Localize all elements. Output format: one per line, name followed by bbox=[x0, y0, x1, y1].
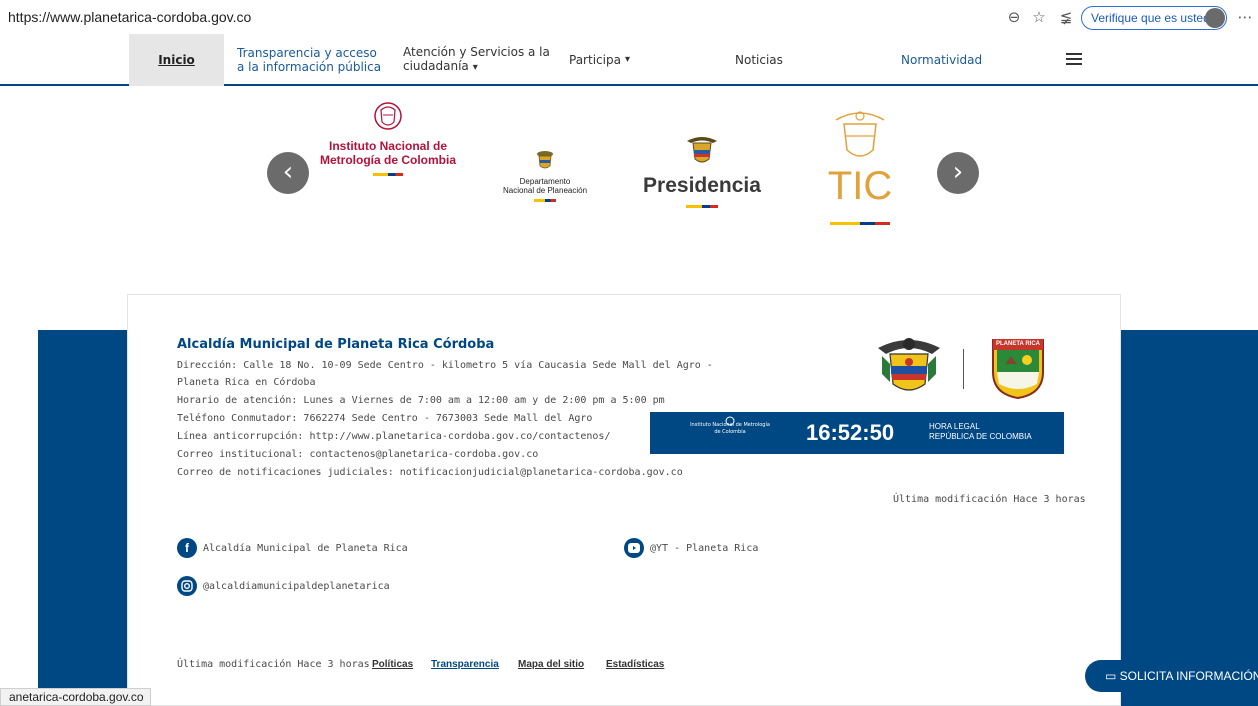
request-info-label: SOLICITA INFORMACIÓN bbox=[1119, 669, 1258, 683]
colombia-flag-stripe bbox=[686, 205, 718, 208]
carousel-next-button[interactable]: › bbox=[937, 152, 979, 194]
nav-participa[interactable]: Participa ▾ bbox=[569, 34, 630, 86]
nav-transparency-line2: a la información pública bbox=[237, 60, 382, 74]
inm-name-line1: Instituto Nacional de bbox=[328, 139, 447, 153]
instagram-link[interactable]: @alcaldiamunicipaldeplanetarica bbox=[177, 576, 390, 596]
colombia-coat-of-arms-icon bbox=[878, 338, 940, 391]
youtube-link[interactable]: @YT - Planeta Rica bbox=[624, 538, 758, 558]
phone-line: Teléfono Conmutador: 7662274 Sede Centro… bbox=[177, 413, 593, 424]
dnp-logo[interactable]: Departamento Nacional de Planeación bbox=[490, 149, 600, 202]
inm-name-line2: Metrología de Colombia bbox=[319, 153, 456, 167]
more-menu-icon[interactable]: ⋯ bbox=[1236, 8, 1254, 26]
facebook-label: Alcaldía Municipal de Planeta Rica bbox=[203, 542, 408, 554]
office-hours: Horario de atención: Lunes a Viernes de … bbox=[177, 395, 665, 406]
colombia-flag-stripe bbox=[373, 173, 403, 176]
nav-participa-label: Participa bbox=[569, 53, 621, 67]
facebook-link[interactable]: f Alcaldía Municipal de Planeta Rica bbox=[177, 538, 408, 558]
email-line[interactable]: Correo institucional: contactenos@planet… bbox=[177, 449, 538, 460]
colombia-shield-icon bbox=[687, 137, 717, 163]
zoom-icon[interactable]: ⊖ bbox=[1005, 8, 1023, 26]
nav-transparency[interactable]: Transparencia y acceso a la información p… bbox=[237, 34, 381, 86]
url-field[interactable]: https://www.planetarica-cordoba.gov.co bbox=[8, 9, 251, 25]
avatar bbox=[1205, 8, 1225, 28]
statistics-link[interactable]: Estadísticas bbox=[606, 659, 664, 670]
nav-attention-line2: ciudadanía bbox=[403, 59, 469, 73]
dnp-name-line1: Departamento bbox=[519, 177, 571, 186]
colombia-flag-stripe bbox=[534, 199, 556, 202]
nav-regulation[interactable]: Normatividad bbox=[901, 34, 982, 86]
chevron-down-icon: ▾ bbox=[472, 62, 478, 73]
anticorruption-line[interactable]: Línea anticorrupción: http://www.planeta… bbox=[177, 431, 610, 442]
verify-profile-button[interactable]: Verifique que es usted bbox=[1081, 6, 1227, 30]
org-name: Alcaldía Municipal de Planeta Rica Córdo… bbox=[177, 337, 495, 352]
favorite-star-icon[interactable]: ☆ bbox=[1030, 8, 1048, 26]
crest-divider bbox=[963, 349, 964, 389]
verify-label: Verifique que es usted bbox=[1091, 11, 1210, 25]
facebook-icon: f bbox=[177, 538, 197, 558]
last-modified-info: Última modificación Hace 3 horas bbox=[893, 494, 1086, 505]
sitemap-link[interactable]: Mapa del sitio bbox=[518, 659, 584, 670]
presidencia-logo[interactable]: Presidencia bbox=[636, 133, 768, 208]
colombia-shield-icon bbox=[537, 151, 553, 169]
colombia-shield-icon bbox=[835, 111, 885, 157]
clock-legal-line1: HORA LEGAL bbox=[929, 422, 980, 431]
nav-transparency-line1: Transparencia y acceso bbox=[237, 46, 377, 60]
presidencia-name: Presidencia bbox=[643, 174, 761, 197]
hamburger-menu-icon[interactable] bbox=[1066, 53, 1082, 65]
tic-logo[interactable]: TIC bbox=[818, 106, 902, 225]
clock-inm-label: Instituto Nacional de Metrología de Colo… bbox=[690, 422, 770, 435]
nav-home[interactable]: Inicio bbox=[129, 34, 224, 86]
instagram-label: @alcaldiamunicipaldeplanetarica bbox=[203, 580, 390, 592]
address-line1: Dirección: Calle 18 No. 10-09 Sede Centr… bbox=[177, 360, 713, 371]
clock-legal-line2: REPÚBLICA DE COLOMBIA bbox=[929, 432, 1032, 441]
youtube-label: @YT - Planeta Rica bbox=[650, 542, 759, 554]
colombia-flag-stripe bbox=[830, 222, 890, 225]
chevron-down-icon: ▾ bbox=[624, 54, 630, 65]
chat-icon: ▭ bbox=[1105, 669, 1120, 683]
browser-address-bar: https://www.planetarica-cordoba.gov.co ⊖… bbox=[0, 0, 1258, 34]
address-line2: Planeta Rica en Córdoba bbox=[177, 377, 316, 388]
dnp-name-line2: Nacional de Planeación bbox=[502, 186, 588, 195]
nav-attention[interactable]: Atención y Servicios a la ciudadanía ▾ bbox=[403, 34, 550, 86]
tic-name: TIC bbox=[827, 164, 893, 208]
instagram-icon bbox=[177, 576, 197, 596]
clock-time: 16:52:50 bbox=[806, 420, 895, 445]
legal-time-bar: Instituto Nacional de Metrología de Colo… bbox=[650, 412, 1064, 454]
planeta-rica-crest-icon: PLANETA RICA bbox=[985, 336, 1051, 400]
clock-legal-label: HORA LEGAL REPÚBLICA DE COLOMBIA bbox=[929, 422, 1032, 442]
transparency-link[interactable]: Transparencia bbox=[431, 659, 499, 670]
policies-link[interactable]: Políticas bbox=[372, 659, 413, 670]
browser-status-bar: anetarica-cordoba.gov.co bbox=[0, 688, 151, 706]
nav-attention-line1: Atención y Servicios a la bbox=[403, 45, 550, 59]
planeta-rica-crest-label: PLANETA RICA bbox=[993, 339, 1043, 350]
inm-logo[interactable]: Instituto Nacional de Metrología de Colo… bbox=[310, 100, 466, 176]
inm-seal-icon bbox=[374, 102, 402, 130]
youtube-icon bbox=[624, 538, 644, 558]
judicial-email-line[interactable]: Correo de notificaciones judiciales: not… bbox=[177, 467, 683, 478]
bottom-last-modified: Última modificación Hace 3 horas bbox=[177, 659, 370, 670]
main-nav: Inicio Transparencia y acceso a la inform… bbox=[0, 34, 1258, 86]
request-info-button[interactable]: ▭ SOLICITA INFORMACIÓN bbox=[1085, 660, 1258, 692]
nav-news[interactable]: Noticias bbox=[735, 34, 783, 86]
favorites-list-icon[interactable]: ≨ bbox=[1057, 8, 1075, 26]
carousel-prev-button[interactable]: ‹ bbox=[267, 152, 309, 194]
